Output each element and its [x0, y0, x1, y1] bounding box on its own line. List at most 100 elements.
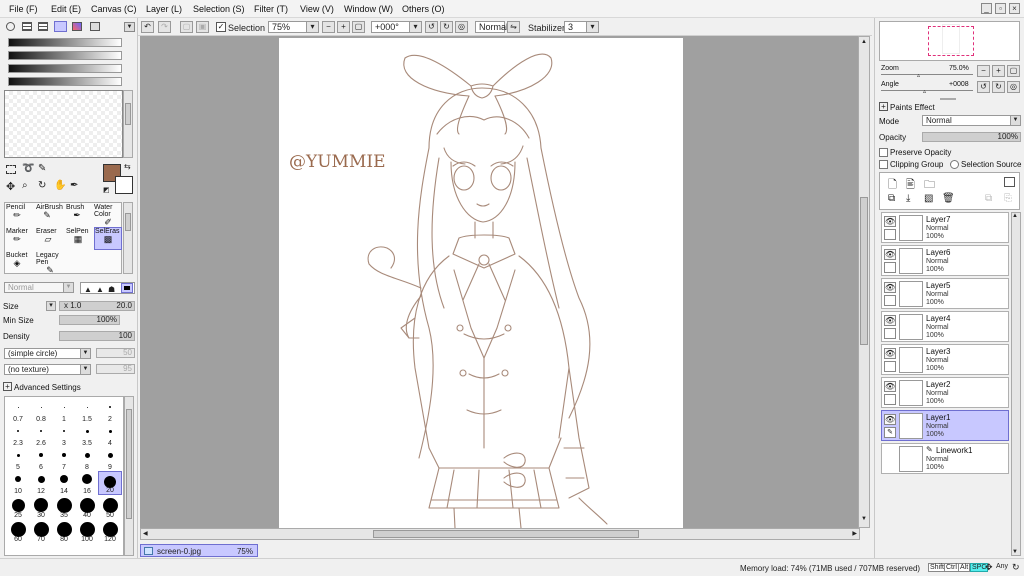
brush-size-cell[interactable]: 3 [52, 423, 76, 447]
brush-size-cell[interactable]: 35 [52, 495, 76, 519]
brush-size-cell[interactable]: 50 [98, 495, 122, 519]
gray-slider-1[interactable] [8, 38, 122, 47]
nav-rotate-right-icon[interactable]: ↻ [992, 81, 1005, 93]
rotate-reset-icon[interactable]: ◎ [455, 21, 468, 33]
visibility-eye-icon[interactable]: 👁 [884, 414, 896, 425]
expand-plus-icon[interactable]: + [3, 382, 12, 391]
lock-box-icon[interactable] [884, 361, 896, 372]
hsv-slider-icon[interactable] [38, 22, 48, 31]
scroll-left-icon[interactable]: ◀ [143, 530, 148, 537]
rect-select-icon[interactable] [6, 165, 16, 174]
nav-zoom-in-icon[interactable]: + [992, 65, 1005, 77]
scroll-up-icon[interactable]: ▲ [859, 39, 869, 48]
document-tab[interactable]: screen-0.jpg 75% [140, 544, 258, 557]
brush-size-cell[interactable]: 1 [52, 399, 76, 423]
reset-colors-icon[interactable]: ◩ [103, 186, 110, 194]
magic-wand-icon[interactable]: ✎ [38, 163, 46, 174]
brush-shape-slider[interactable]: 50 [96, 348, 135, 358]
hand-icon[interactable]: ✋ [54, 180, 66, 191]
tip-round-icon[interactable]: ☗ [108, 285, 115, 294]
brush-size-cell[interactable]: 12 [29, 471, 53, 495]
brush-size-cell[interactable]: 5 [6, 447, 30, 471]
brush-size-cell[interactable]: 120 [98, 519, 122, 543]
tool-bucket[interactable]: Bucket ◈ [6, 252, 28, 268]
brush-size-cell[interactable]: 2.3 [6, 423, 30, 447]
nav-rotate-reset-icon[interactable]: ◎ [1007, 81, 1020, 93]
tool-grid-scrollbar[interactable] [123, 202, 133, 274]
brush-texture-select[interactable]: (no texture) ▼ [4, 364, 91, 375]
menu-canvas[interactable]: Canvas (C) [91, 4, 137, 14]
menu-view[interactable]: View (V) [300, 4, 334, 14]
scroll-down-icon[interactable]: ▼ [859, 516, 869, 525]
tool-grid-scroll-thumb[interactable] [125, 213, 131, 231]
transfer-down-icon[interactable]: ⤓ [906, 193, 910, 204]
nav-zoom-slider[interactable] [881, 74, 973, 75]
brush-size-cell[interactable]: 6 [29, 447, 53, 471]
lock-box-icon[interactable] [884, 328, 896, 339]
secondary-color[interactable] [115, 176, 133, 194]
panel-splitter[interactable] [940, 98, 956, 100]
lock-box-icon[interactable] [884, 394, 896, 405]
tool-marker[interactable]: Marker ✏ [6, 228, 28, 244]
layer-mask-icon[interactable] [1004, 177, 1015, 187]
tool-selpen[interactable]: SelPen ▦ [66, 228, 90, 244]
brush-size-cell[interactable]: 3.5 [75, 423, 99, 447]
layer-row[interactable]: 👁 Layer7 Normal 100% [881, 212, 1009, 243]
brush-size-cell[interactable]: 1.5 [75, 399, 99, 423]
clipping-group-checkbox[interactable] [879, 160, 888, 169]
brush-size-cell[interactable]: 10 [6, 471, 30, 495]
layer-row[interactable]: 👁 Layer3 Normal 100% [881, 344, 1009, 375]
scroll-right-icon[interactable]: ▶ [852, 530, 857, 537]
gray-slider-3[interactable] [8, 64, 122, 73]
redo-icon[interactable]: ↷ [158, 21, 171, 33]
copy-layer-icon[interactable]: ⧉ [888, 193, 895, 204]
flip-horizontal-icon[interactable]: ⇋ [507, 21, 520, 33]
nav-zoom-reset-icon[interactable]: ▢ [1007, 65, 1020, 77]
blend-mode-select[interactable]: Normal ▼ [4, 282, 74, 293]
lock-box-icon[interactable] [884, 262, 896, 273]
tool-seleras[interactable]: SelEras ▩ [94, 227, 122, 250]
advanced-settings-toggle[interactable]: Advanced Settings [14, 383, 81, 392]
brush-size-cell[interactable]: 7 [52, 447, 76, 471]
menu-window[interactable]: Window (W) [344, 4, 393, 14]
tip-flat-icon[interactable] [121, 283, 133, 293]
scratchpad-scrollbar[interactable] [123, 90, 133, 158]
brush-size-cell[interactable]: 30 [29, 495, 53, 519]
horizontal-scrollbar[interactable]: ◀ ▶ [140, 528, 860, 540]
horizontal-scroll-thumb[interactable] [373, 530, 639, 538]
visibility-eye-icon[interactable]: 👁 [884, 315, 896, 326]
size-slider[interactable]: x 1.0 20.0 [59, 301, 135, 311]
scratchpad-icon[interactable] [90, 22, 100, 31]
tool-brush[interactable]: Brush ✒ [66, 204, 88, 220]
deselect-icon[interactable]: ▢ [180, 21, 193, 33]
gray-slider-2[interactable] [8, 51, 122, 60]
slider-handle-icon[interactable]: ▵ [917, 72, 920, 79]
swatch-icon[interactable] [72, 22, 82, 31]
nav-angle-slider[interactable] [881, 90, 973, 91]
lock-box-icon[interactable] [884, 229, 896, 240]
layer-row[interactable]: 👁 Layer5 Normal 100% [881, 278, 1009, 309]
visibility-eye-icon[interactable]: 👁 [884, 249, 896, 260]
menu-edit[interactable]: Edit (E) [51, 4, 81, 14]
lock-box-icon[interactable] [884, 295, 896, 306]
menu-others[interactable]: Others (O) [402, 4, 445, 14]
navigator-viewport[interactable] [928, 26, 974, 56]
gray-slider-icon[interactable] [54, 21, 67, 32]
layer-opacity-slider[interactable]: 100% [922, 132, 1021, 142]
menu-file[interactable]: File (F) [9, 4, 38, 14]
undo-icon[interactable]: ↶ [141, 21, 154, 33]
brush-size-cell[interactable]: 70 [29, 519, 53, 543]
brush-size-cell[interactable]: 20 [98, 471, 122, 495]
restore-icon[interactable]: ▫ [995, 3, 1006, 14]
brush-size-cell[interactable]: 8 [75, 447, 99, 471]
color-wheel-icon[interactable] [6, 22, 15, 31]
layer-row[interactable]: 👁 Layer4 Normal 100% [881, 311, 1009, 342]
brush-size-cell[interactable]: 0.8 [29, 399, 53, 423]
rotate-icon[interactable]: ↻ [38, 180, 46, 191]
layer-row[interactable]: 👁 ✎ Layer1 Normal 100% [881, 410, 1009, 441]
layer-list-scrollbar[interactable]: ▲ ▼ [1011, 212, 1021, 556]
visibility-eye-icon[interactable]: 👁 [884, 216, 896, 227]
flip-mode-select[interactable]: Normal [475, 21, 508, 33]
canvas-paper[interactable]: @YUMMIE [279, 38, 683, 528]
selection-source-radio[interactable] [950, 160, 959, 169]
